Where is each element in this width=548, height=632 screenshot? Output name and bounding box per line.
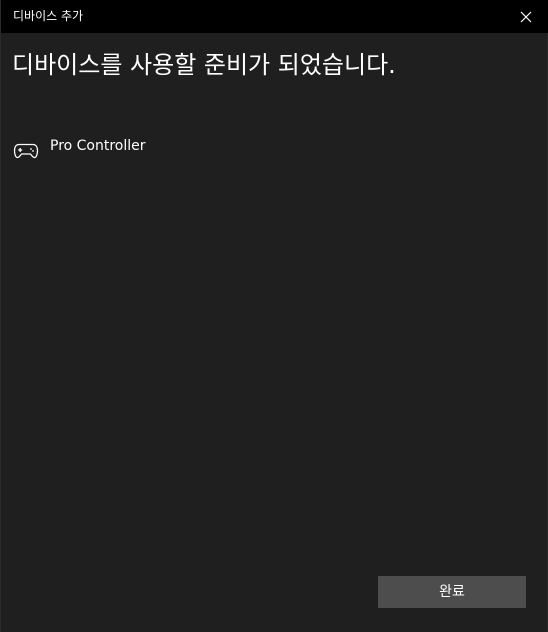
device-list-item[interactable]: Pro Controller (1, 132, 548, 166)
done-button[interactable]: 완료 (378, 576, 526, 608)
gamepad-icon (13, 143, 39, 159)
close-icon (520, 11, 532, 22)
device-name: Pro Controller (50, 138, 146, 154)
window-title: 디바이스 추가 (13, 9, 84, 23)
title-bar: 디바이스 추가 (1, 0, 548, 33)
add-device-window: 디바이스 추가 디바이스를 사용할 준비가 되었습니다. Pro Control… (0, 0, 548, 632)
close-button[interactable] (503, 0, 548, 33)
page-heading: 디바이스를 사용할 준비가 되었습니다. (12, 51, 396, 79)
